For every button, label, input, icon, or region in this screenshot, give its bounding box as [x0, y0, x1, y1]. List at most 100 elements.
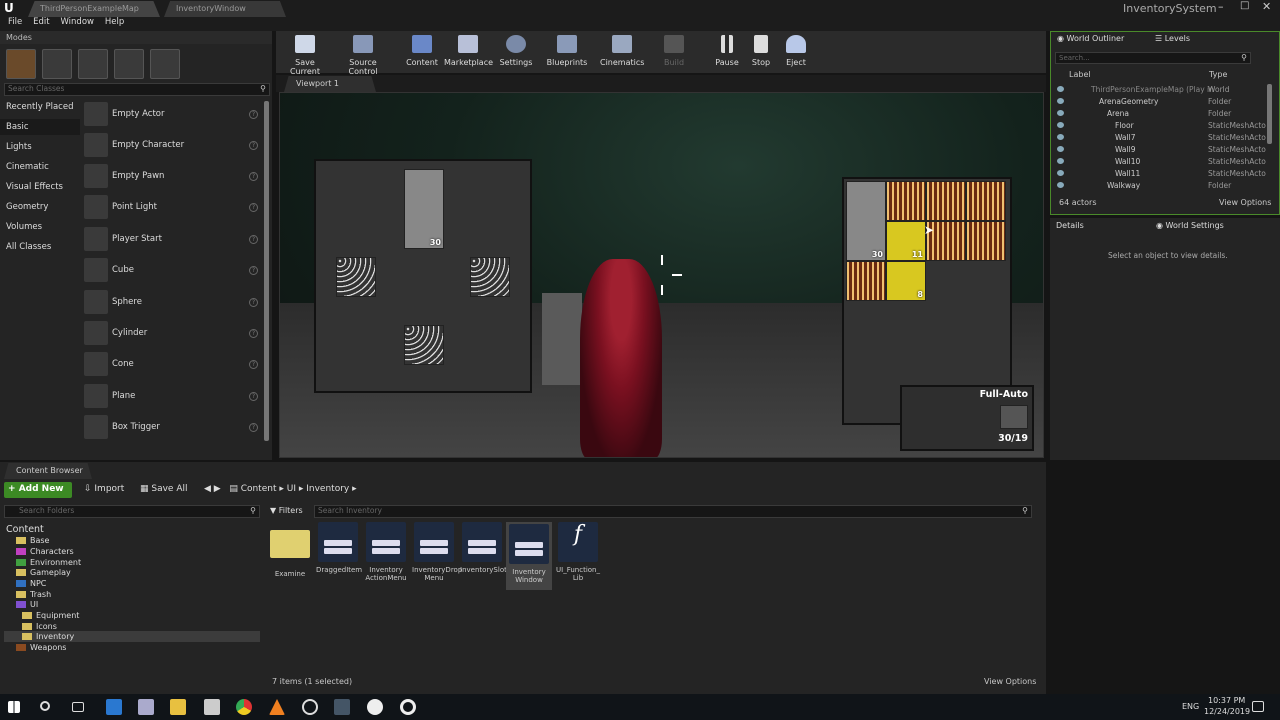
forward-icon[interactable]: ▶ — [214, 484, 221, 494]
outliner-row[interactable]: Wall9 StaticMeshActo — [1051, 144, 1275, 156]
class-cylinder[interactable]: Cylinder? — [84, 320, 264, 348]
breadcrumb-inventory[interactable]: Inventory — [306, 484, 349, 494]
outliner-row[interactable]: Wall7 StaticMeshActo — [1051, 132, 1275, 144]
outlook-icon[interactable] — [106, 699, 122, 715]
unreal-logo-icon[interactable]: U — [4, 1, 14, 15]
class-box-trigger[interactable]: Box Trigger? — [84, 414, 264, 442]
folder-characters[interactable]: Characters — [16, 547, 74, 556]
outliner-row[interactable]: ThirdPersonExampleMap (Play in World — [1051, 84, 1275, 96]
category-cinematic[interactable]: Cinematic — [6, 162, 49, 172]
inventory-item-tall[interactable]: 30 — [846, 181, 886, 261]
inventory-item-ammo[interactable] — [966, 181, 1006, 221]
calculator-icon[interactable] — [204, 699, 220, 715]
view-options-button[interactable]: View Options — [1219, 198, 1271, 207]
folder-environment[interactable]: Environment — [16, 558, 81, 567]
category-volumes[interactable]: Volumes — [6, 222, 42, 232]
folder-gameplay[interactable]: Gameplay — [16, 568, 71, 577]
tab-content-browser[interactable]: Content Browser — [4, 463, 92, 479]
windows-start-icon[interactable] — [8, 701, 20, 713]
tab-world-outliner[interactable]: ◉ World Outliner — [1057, 34, 1124, 43]
outliner-row[interactable]: Walkway Folder — [1051, 180, 1275, 192]
geometry-mode-icon[interactable] — [150, 49, 180, 79]
import-button[interactable]: ⇩ Import — [84, 484, 124, 494]
close-icon[interactable]: ✕ — [1262, 0, 1271, 13]
save-all-button[interactable]: ▦ Save All — [140, 484, 188, 494]
tab-levels[interactable]: ☰ Levels — [1155, 34, 1190, 43]
column-type[interactable]: Type — [1209, 70, 1227, 79]
category-visual-effects[interactable]: Visual Effects — [6, 182, 63, 192]
modes-scrollbar[interactable] — [264, 101, 269, 441]
outliner-row[interactable]: Wall10 StaticMeshActo — [1051, 156, 1275, 168]
task-view-icon[interactable] — [72, 702, 84, 712]
eye-icon[interactable] — [1057, 86, 1064, 92]
stop-button[interactable]: Stop — [750, 35, 772, 67]
help-icon[interactable]: ? — [249, 392, 258, 401]
outliner-row[interactable]: Floor StaticMeshActo — [1051, 120, 1275, 132]
tab-inventory-window[interactable]: InventoryWindow — [164, 1, 286, 17]
add-new-button[interactable]: + Add New — [4, 482, 72, 498]
folder-content[interactable]: Content — [6, 524, 44, 535]
eject-button[interactable]: Eject — [784, 35, 808, 67]
inventory-item-yellow[interactable]: 8 — [886, 261, 926, 301]
eye-icon[interactable] — [1057, 98, 1064, 104]
menu-window[interactable]: Window — [60, 17, 94, 27]
clock-time[interactable]: 10:37 PM — [1208, 696, 1245, 705]
file-explorer-icon[interactable] — [170, 699, 186, 715]
equipment-slot-bottom[interactable] — [404, 325, 444, 365]
category-all-classes[interactable]: All Classes — [6, 242, 51, 252]
help-icon[interactable]: ? — [249, 329, 258, 338]
help-icon[interactable]: ? — [249, 141, 258, 150]
paint-mode-icon[interactable] — [42, 49, 72, 79]
maximize-icon[interactable]: □ — [1240, 0, 1249, 11]
landscape-mode-icon[interactable] — [78, 49, 108, 79]
build-button[interactable]: Build — [660, 35, 688, 67]
category-basic[interactable]: Basic — [6, 122, 29, 132]
inventory-item-ammo[interactable] — [966, 221, 1006, 261]
class-cone[interactable]: Cone? — [84, 351, 264, 379]
tab-details[interactable]: Details — [1056, 221, 1084, 230]
place-mode-icon[interactable] — [6, 49, 36, 79]
class-cube[interactable]: Cube? — [84, 257, 264, 285]
marketplace-button[interactable]: Marketplace — [444, 35, 493, 67]
asset-dragged-item[interactable]: DraggedItem — [316, 522, 362, 574]
inventory-item-ammo[interactable] — [886, 181, 926, 221]
tab-map[interactable]: ThirdPersonExampleMap — [28, 1, 160, 17]
folder-trash[interactable]: Trash — [16, 590, 51, 599]
blueprints-button[interactable]: Blueprints — [546, 35, 588, 67]
category-recently-placed[interactable]: Recently Placed — [6, 102, 73, 112]
language-indicator[interactable]: ENG — [1182, 702, 1199, 711]
notifications-icon[interactable] — [1252, 701, 1264, 712]
chrome-icon[interactable] — [236, 699, 252, 715]
inventory-item-ammo[interactable] — [926, 181, 966, 221]
category-lights[interactable]: Lights — [6, 142, 32, 152]
help-icon[interactable]: ? — [249, 360, 258, 369]
eye-icon[interactable] — [1057, 110, 1064, 116]
asset-inventory-action-menu[interactable]: Inventory ActionMenu — [364, 522, 408, 582]
asset-examine[interactable]: Examine — [268, 522, 312, 578]
eye-icon[interactable] — [1057, 170, 1064, 176]
folder-npc[interactable]: NPC — [16, 579, 46, 588]
breadcrumb-ui[interactable]: UI — [287, 484, 296, 494]
outliner-search-input[interactable]: Search... ⚲ — [1055, 52, 1251, 64]
back-icon[interactable]: ◀ — [204, 484, 211, 494]
folder-base[interactable]: Base — [16, 536, 49, 545]
eye-icon[interactable] — [1057, 182, 1064, 188]
outliner-row[interactable]: ArenaGeometry Folder — [1051, 96, 1275, 108]
save-current-button[interactable]: Save Current — [282, 35, 328, 76]
cinematics-button[interactable]: Cinematics — [600, 35, 644, 67]
inventory-item-ammo[interactable] — [846, 261, 886, 301]
help-icon[interactable]: ? — [249, 110, 258, 119]
folder-weapons[interactable]: Weapons — [16, 643, 66, 652]
filters-button[interactable]: ▼ Filters — [270, 506, 303, 515]
class-plane[interactable]: Plane? — [84, 383, 264, 411]
minimize-icon[interactable]: – — [1218, 0, 1224, 13]
folder-icons[interactable]: Icons — [22, 622, 57, 631]
equipment-slot-right[interactable] — [470, 257, 510, 297]
class-empty-pawn[interactable]: Empty Pawn? — [84, 163, 264, 191]
tab-viewport-1[interactable]: Viewport 1 — [284, 76, 376, 92]
folder-inventory[interactable]: Inventory — [22, 632, 74, 641]
help-icon[interactable]: ? — [249, 266, 258, 275]
eye-icon[interactable] — [1057, 158, 1064, 164]
game-viewport[interactable]: 30 30 11 8 ➤ Full-Auto 30/19 — [279, 92, 1044, 458]
app-icon[interactable] — [138, 699, 154, 715]
